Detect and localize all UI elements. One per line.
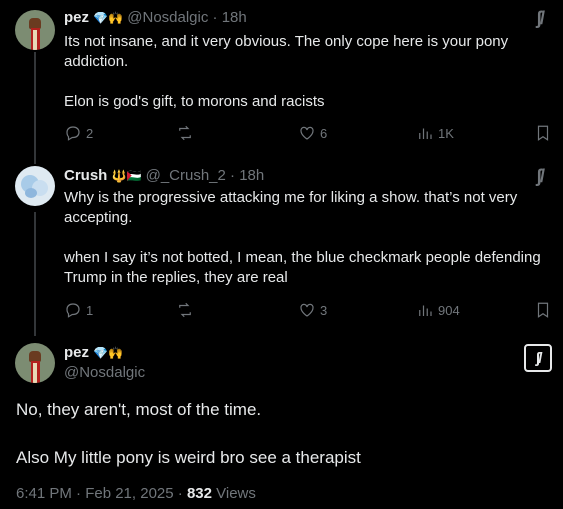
action-bar: 2 6 1K: [64, 124, 554, 144]
action-bar: 1 3 904: [64, 301, 554, 321]
repost-button[interactable]: [176, 301, 198, 319]
tweet-text: Why is the progressive attacking me for …: [64, 189, 541, 286]
tweet-header: Crush 🔱🇵🇸 @_Crush_2 · 18h: [64, 166, 264, 186]
display-name[interactable]: Crush: [64, 167, 107, 184]
views-button[interactable]: 904: [416, 301, 460, 319]
reply-icon: [66, 126, 80, 141]
analytics-icon: [419, 305, 432, 316]
bookmark-icon: [537, 302, 549, 318]
reply-icon: [66, 303, 80, 318]
heart-icon: [300, 126, 314, 140]
tweet-text: Its not insane, and it very obvious. The…: [64, 33, 509, 110]
grok-icon[interactable]: ʃ/: [536, 8, 545, 29]
tweet-header: pez 💎🙌 @Nosdalgic · 18h: [64, 8, 247, 28]
repost-button[interactable]: [176, 124, 198, 142]
reply-count: 2: [86, 125, 94, 141]
post-timestamp[interactable]: 6:41 PM · Feb 21, 2025 ·: [16, 485, 187, 502]
repost-icon: [179, 302, 191, 318]
views-count: 832: [186, 485, 212, 502]
thread-line: [34, 212, 36, 336]
display-name[interactable]: pez: [64, 344, 89, 361]
like-count: 3: [320, 302, 328, 318]
reply-count: 1: [86, 302, 94, 318]
handle[interactable]: @_Crush_2: [146, 167, 226, 184]
tweet-meta: 6:41 PM · Feb 21, 2025 · 832 Views: [16, 484, 256, 504]
avatar[interactable]: [15, 10, 55, 50]
views-count: 904: [438, 302, 460, 318]
reply-button[interactable]: 1: [64, 301, 93, 319]
views-count: 1K: [438, 125, 454, 141]
trident-icon: 🔱: [111, 169, 127, 184]
tweet-text-line-1: No, they aren't, most of the time.: [16, 400, 262, 419]
flag-icon: 🇵🇸: [126, 169, 142, 184]
like-button[interactable]: 3: [298, 301, 327, 319]
grok-icon[interactable]: ʃ/: [536, 166, 545, 187]
tweet-text-line-2: Also My little pony is weird bro see a t…: [16, 448, 361, 467]
timestamp[interactable]: · 18h: [213, 9, 247, 26]
avatar[interactable]: [15, 166, 55, 206]
repost-icon: [179, 125, 191, 141]
heart-icon: [300, 303, 314, 317]
like-count: 6: [320, 125, 328, 141]
bookmark-button[interactable]: [534, 124, 552, 142]
timestamp[interactable]: · 18h: [230, 167, 264, 184]
handle[interactable]: @Nosdalgic: [127, 9, 208, 26]
bookmark-icon: [537, 125, 549, 141]
thread-line: [34, 52, 36, 164]
grok-icon[interactable]: ʃ/: [524, 344, 552, 372]
views-label: Views: [211, 485, 256, 502]
raised-hands-icon: 🙌: [108, 11, 124, 26]
diamond-icon: 💎: [93, 346, 109, 361]
reply-button[interactable]: 2: [64, 124, 93, 142]
author-name-row: pez 💎🙌: [64, 343, 123, 363]
bookmark-button[interactable]: [534, 301, 552, 319]
handle[interactable]: @Nosdalgic: [64, 363, 145, 383]
raised-hands-icon: 🙌: [108, 346, 124, 361]
display-name[interactable]: pez: [64, 9, 89, 26]
views-button[interactable]: 1K: [416, 124, 454, 142]
avatar[interactable]: [15, 343, 55, 383]
analytics-icon: [419, 128, 432, 139]
diamond-icon: 💎: [93, 11, 109, 26]
like-button[interactable]: 6: [298, 124, 327, 142]
